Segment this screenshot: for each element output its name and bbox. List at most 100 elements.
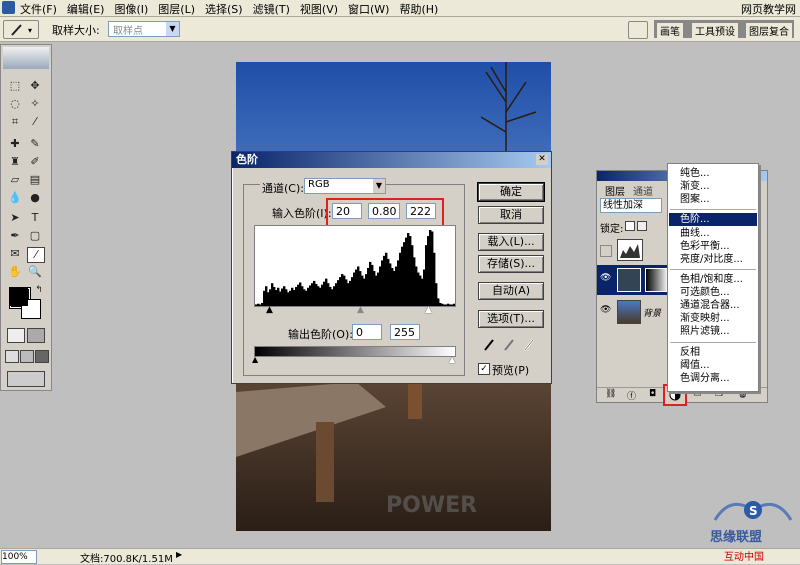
menu-image[interactable]: 图像(I) (114, 1, 148, 17)
marquee-tool-icon[interactable]: ⬚ (7, 79, 23, 93)
eye-icon[interactable]: 👁 (600, 273, 611, 283)
add-mask-icon[interactable]: ◘ (649, 389, 656, 399)
menu-select[interactable]: 选择(S) (205, 1, 243, 17)
notes-tool-icon[interactable]: ✉ (7, 247, 23, 261)
screen-mode-full-icon[interactable] (35, 350, 49, 363)
jump-to-imageready-icon[interactable] (7, 371, 45, 387)
cancel-button[interactable]: 取消 (478, 206, 544, 224)
lock-transparency-icon[interactable] (625, 221, 635, 231)
zoom-field[interactable]: 100% (1, 550, 37, 564)
white-eyedropper-icon[interactable] (524, 339, 534, 351)
layer-style-icon[interactable]: ⓕ (627, 389, 636, 402)
menu-item-color-balance[interactable]: 色彩平衡... (680, 241, 730, 253)
pen-tool-icon[interactable]: ✒ (7, 229, 23, 243)
menu-item-solid-color[interactable]: 纯色... (680, 168, 710, 180)
eye-icon[interactable]: 👁 (600, 305, 611, 315)
menu-item-posterize[interactable]: 色调分离... (680, 373, 730, 385)
input-gamma-slider[interactable]: ▲ (357, 305, 364, 315)
menu-item-brightness-contrast[interactable]: 亮度/对比度... (680, 254, 743, 266)
eraser-tool-icon[interactable]: ▱ (7, 173, 23, 187)
blend-mode-select[interactable]: 线性加深 (600, 198, 662, 213)
tab-brushes[interactable]: 画笔 (657, 23, 683, 38)
input-black-field[interactable]: 20 (332, 203, 362, 219)
options-button[interactable]: 选项(T)... (478, 310, 544, 328)
menu-help[interactable]: 帮助(H) (399, 1, 438, 17)
link-icon[interactable]: ⛓ (605, 389, 616, 399)
layer-row-gradient-map[interactable]: 👁 (597, 265, 669, 295)
sample-size-select[interactable]: 取样点 ▼ (108, 21, 180, 37)
output-black-slider[interactable]: ▲ (252, 355, 258, 364)
menu-item-channel-mixer[interactable]: 通道混合器... (680, 300, 740, 312)
brush-tool-icon[interactable]: ✎ (27, 137, 43, 151)
tab-channels[interactable]: 通道 (633, 183, 653, 198)
type-tool-icon[interactable]: T (27, 211, 43, 225)
menu-item-selective-color[interactable]: 可选颜色... (680, 287, 730, 299)
gray-eyedropper-icon[interactable] (504, 339, 514, 351)
load-button[interactable]: 载入(L)... (478, 233, 544, 251)
menu-item-gradient[interactable]: 渐变... (680, 181, 710, 193)
menu-edit[interactable]: 编辑(E) (67, 1, 105, 17)
black-eyedropper-icon[interactable] (484, 339, 494, 351)
menu-item-photo-filter[interactable]: 照片滤镜... (680, 326, 730, 338)
input-gamma-field[interactable]: 0.80 (368, 203, 400, 219)
path-selection-tool-icon[interactable]: ➤ (7, 211, 23, 225)
channel-select[interactable]: RGB ▼ (304, 178, 386, 194)
output-white-field[interactable]: 255 (390, 324, 420, 340)
close-icon[interactable]: ✕ (536, 154, 548, 165)
background-layer-thumbnail (617, 300, 641, 324)
menu-filter[interactable]: 滤镜(T) (253, 1, 290, 17)
hand-tool-icon[interactable]: ✋ (7, 265, 23, 279)
screen-mode-standard-icon[interactable] (5, 350, 19, 363)
input-black-slider[interactable]: ▲ (266, 305, 273, 315)
menu-file[interactable]: 文件(F) (20, 1, 57, 17)
magic-wand-tool-icon[interactable]: ✧ (27, 97, 43, 111)
clone-stamp-tool-icon[interactable]: ♜ (7, 155, 23, 169)
menu-window[interactable]: 窗口(W) (348, 1, 389, 17)
zoom-tool-icon[interactable]: 🔍 (27, 265, 43, 279)
menu-item-threshold[interactable]: 阈值... (680, 360, 710, 372)
move-tool-icon[interactable]: ✥ (27, 79, 43, 93)
output-black-field[interactable]: 0 (352, 324, 382, 340)
menu-item-levels[interactable]: 色阶... (680, 214, 710, 226)
tab-layer-comps[interactable]: 图层复合 (746, 23, 792, 38)
crop-tool-icon[interactable]: ⌗ (7, 115, 23, 129)
menu-item-curves[interactable]: 曲线... (680, 228, 710, 240)
layer-row-levels[interactable] (597, 237, 669, 266)
history-brush-tool-icon[interactable]: ✐ (27, 155, 43, 169)
blur-tool-icon[interactable]: 💧 (7, 191, 23, 205)
layer-row-background[interactable]: 👁 背景 (597, 297, 669, 327)
menu-item-hue-saturation[interactable]: 色相/饱和度... (680, 274, 743, 286)
file-browser-icon[interactable] (628, 21, 648, 39)
visibility-toggle[interactable] (600, 245, 612, 257)
ok-button[interactable]: 确定 (477, 182, 545, 202)
save-button[interactable]: 存储(S)... (478, 255, 544, 273)
eyedropper-tool-icon[interactable]: ⁄ (27, 247, 45, 263)
shape-tool-icon[interactable]: ▢ (27, 229, 43, 243)
tab-layers[interactable]: 图层 (603, 183, 627, 198)
lasso-tool-icon[interactable]: ◌ (7, 97, 23, 111)
standard-mode-icon[interactable] (7, 328, 25, 343)
quick-mask-mode-icon[interactable] (27, 328, 45, 343)
gradient-tool-icon[interactable]: ▤ (27, 173, 43, 187)
menu-item-pattern[interactable]: 图案... (680, 194, 710, 206)
output-white-slider[interactable]: ▲ (449, 355, 455, 364)
menu-view[interactable]: 视图(V) (300, 1, 338, 17)
screen-mode-full-menu-icon[interactable] (20, 350, 34, 363)
healing-brush-tool-icon[interactable]: ✚ (7, 137, 23, 151)
menu-item-invert[interactable]: 反相 (680, 347, 700, 359)
status-menu-arrow-icon[interactable]: ▶ (176, 550, 182, 559)
input-white-slider[interactable]: ▲ (425, 305, 432, 315)
swap-colors-icon[interactable]: ↰ (31, 283, 47, 297)
slice-tool-icon[interactable]: ⁄ (27, 115, 43, 129)
tab-tool-presets[interactable]: 工具预设 (692, 23, 738, 38)
adjustment-layer-menu: 纯色... 渐变... 图案... 色阶... 曲线... 色彩平衡... 亮度… (667, 163, 759, 392)
eyedropper-preset-button[interactable]: ▾ (3, 20, 39, 39)
menu-item-gradient-map[interactable]: 渐变映射... (680, 313, 730, 325)
site-watermark: 网页教学网 (741, 3, 796, 16)
lock-pixels-icon[interactable] (637, 221, 647, 231)
dodge-tool-icon[interactable]: ● (27, 191, 43, 205)
input-white-field[interactable]: 222 (406, 203, 436, 219)
preview-checkbox[interactable]: ✓ (478, 363, 490, 375)
menu-layer[interactable]: 图层(L) (158, 1, 195, 17)
auto-button[interactable]: 自动(A) (478, 282, 544, 300)
